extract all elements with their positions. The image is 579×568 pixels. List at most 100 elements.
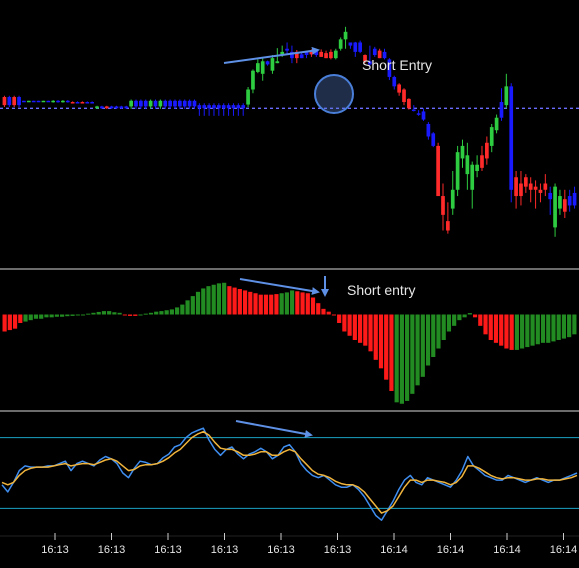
- histogram-bar: [107, 311, 112, 315]
- histogram-bar: [86, 313, 91, 315]
- histogram-bar: [472, 314, 478, 318]
- price-bar-body: [7, 97, 12, 106]
- histogram-bar: [253, 293, 258, 315]
- histogram-bar: [567, 314, 572, 338]
- price-bar-body: [104, 106, 109, 109]
- histogram-bar: [237, 289, 242, 315]
- histogram-bar: [467, 313, 472, 315]
- histogram-bar: [143, 313, 148, 315]
- price-bar-body: [168, 100, 172, 107]
- histogram-bar: [572, 314, 577, 335]
- histogram-bar: [530, 314, 535, 346]
- price-bar-body: [197, 105, 202, 109]
- price-bar-body: [411, 109, 416, 112]
- price-bar-body: [61, 100, 65, 103]
- histogram-bar: [33, 314, 39, 319]
- price-bar-body: [319, 51, 324, 57]
- histogram-bar: [546, 314, 551, 343]
- price-bar-body: [270, 58, 275, 71]
- histogram-bar: [242, 290, 248, 315]
- histogram-bar: [535, 314, 540, 345]
- histogram-bar: [201, 288, 206, 315]
- price-bar-body: [514, 177, 518, 197]
- price-bar-body: [436, 145, 440, 197]
- price-bar-body: [56, 100, 60, 103]
- trading-chart: 16:13 16:13 16:13 16:13 16:13 16:13 16:14 16:14…: [0, 0, 579, 563]
- price-bar-body: [460, 145, 465, 159]
- histogram-bar: [462, 314, 467, 318]
- price-bar-body: [207, 105, 211, 109]
- price-bar-body: [285, 48, 289, 51]
- price-bar-body: [416, 113, 421, 115]
- histogram-bar: [138, 314, 143, 316]
- price-bar-body: [465, 155, 470, 175]
- histogram-bar: [373, 314, 378, 360]
- histogram-bar: [60, 314, 65, 317]
- short-entry-histogram-label: Short entry: [347, 282, 416, 298]
- price-bar-body: [221, 105, 226, 109]
- histogram-bar: [175, 307, 180, 315]
- histogram-bar: [154, 311, 159, 315]
- histogram-bar: [133, 314, 138, 316]
- price-bar-body: [129, 100, 133, 107]
- histogram-bar: [410, 314, 415, 394]
- histogram-bar: [195, 291, 201, 315]
- price-bar-body: [572, 192, 577, 206]
- histogram-bar: [357, 314, 363, 343]
- short-entry-price-label: Short Entry: [362, 57, 433, 73]
- price-bar-body: [119, 106, 124, 109]
- price-bar-body: [533, 186, 538, 190]
- time-tick-label: 16:13: [98, 544, 126, 556]
- time-tick-label: 16:13: [154, 544, 182, 556]
- histogram-bar: [300, 292, 305, 315]
- histogram-bar: [384, 314, 389, 380]
- price-bar-body: [212, 105, 216, 109]
- histogram-bar: [342, 314, 347, 332]
- histogram-bar: [483, 314, 488, 335]
- histogram-bar: [457, 314, 462, 321]
- histogram-bar: [331, 314, 337, 316]
- histogram-bar: [525, 314, 530, 348]
- price-bar-body: [504, 86, 509, 106]
- price-bar-body: [338, 39, 343, 49]
- histogram-bar: [556, 314, 561, 340]
- histogram-bar: [258, 294, 263, 315]
- histogram-bar: [127, 314, 133, 316]
- time-tick-label: 16:14: [550, 544, 578, 556]
- trading-chart-stage: 16:13 16:13 16:13 16:13 16:13 16:13 16:14 16:14…: [0, 0, 579, 563]
- histogram-bar: [326, 311, 331, 315]
- price-bar-body: [22, 100, 26, 103]
- price-bar-body: [489, 127, 494, 146]
- histogram-bar: [164, 310, 169, 315]
- histogram-bar: [117, 312, 122, 315]
- time-tick-label: 16:14: [493, 544, 521, 556]
- price-bar-body: [421, 111, 426, 120]
- price-bar-body: [202, 105, 207, 109]
- histogram-bar: [211, 284, 216, 315]
- histogram-bar: [540, 314, 546, 343]
- price-bar-body: [528, 183, 533, 190]
- price-bar-body: [46, 100, 51, 103]
- price-bar-body: [187, 100, 192, 107]
- histogram-bar: [180, 304, 185, 315]
- price-bar-body: [348, 42, 353, 46]
- price-bar-body: [216, 105, 221, 109]
- price-bar-body: [299, 54, 304, 59]
- price-bar-body: [494, 117, 499, 131]
- price-bar-body: [523, 177, 528, 187]
- price-bar-body: [163, 100, 168, 107]
- price-bar-body: [372, 48, 377, 56]
- histogram-bar: [112, 312, 117, 315]
- price-bar-body: [509, 86, 514, 190]
- price-bar-body: [426, 123, 431, 137]
- price-bar-body: [226, 105, 231, 109]
- histogram-bar: [316, 303, 321, 315]
- price-bar-body: [31, 100, 36, 103]
- histogram-bar: [446, 314, 452, 332]
- histogram-bar: [44, 314, 49, 318]
- histogram-bar: [399, 314, 404, 404]
- histogram-bar: [279, 293, 284, 315]
- histogram-bar: [405, 314, 410, 401]
- histogram-bar: [389, 314, 394, 391]
- histogram-bar: [551, 314, 556, 342]
